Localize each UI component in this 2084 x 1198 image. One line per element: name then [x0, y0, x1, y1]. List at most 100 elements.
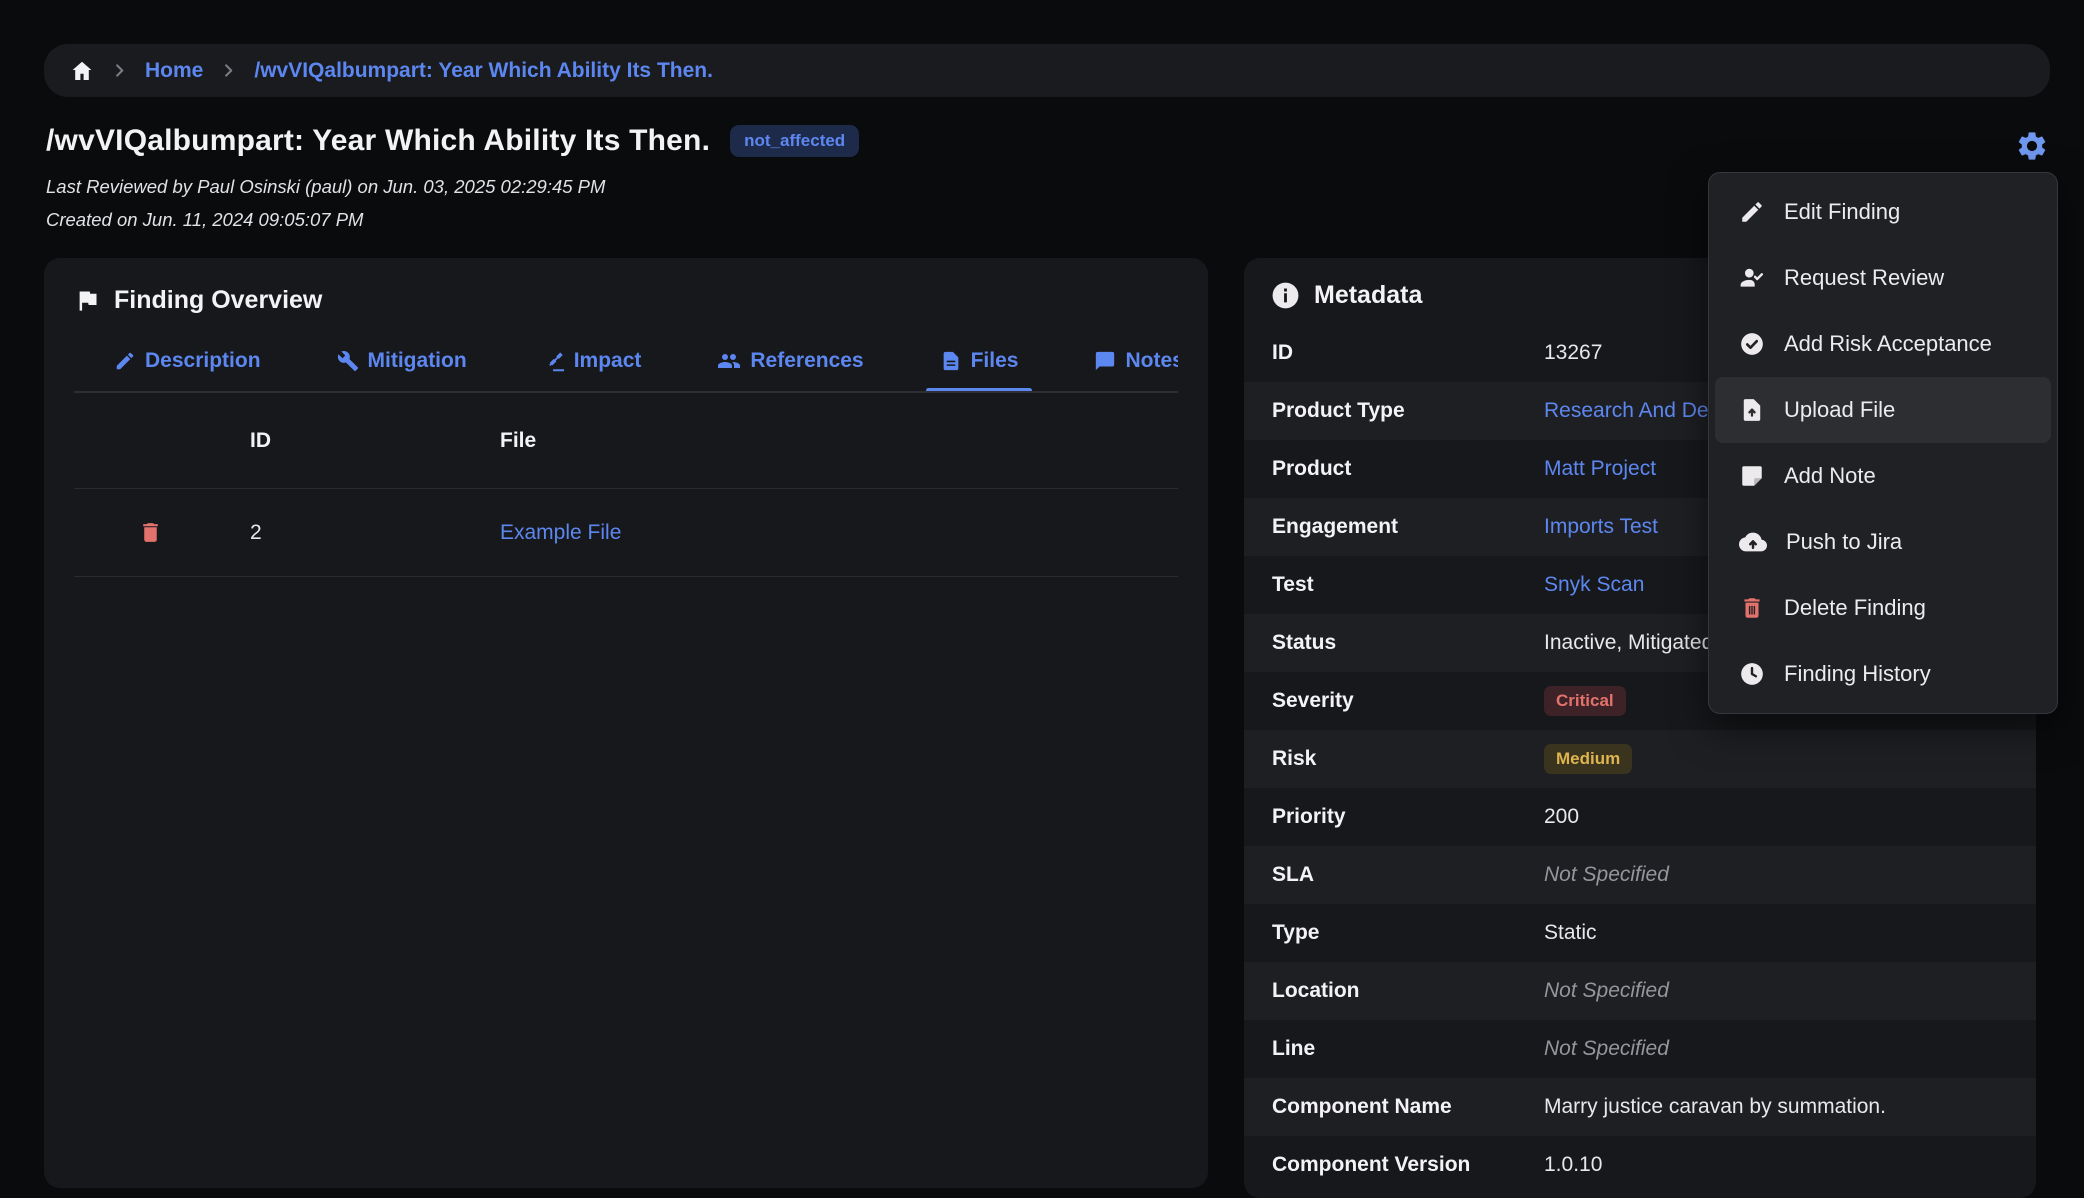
- menu-item-push-to-jira[interactable]: Push to Jira: [1709, 509, 2057, 575]
- tab-label: Mitigation: [368, 349, 467, 373]
- menu-item-delete-finding[interactable]: Delete Finding: [1709, 575, 2057, 641]
- gear-icon: [2015, 129, 2049, 163]
- metadata-row-component-name: Component Name Marry justice caravan by …: [1244, 1078, 2036, 1136]
- row-label: Severity: [1272, 689, 1544, 713]
- breadcrumb: Home /wvVIQalbumpart: Year Which Ability…: [44, 44, 2050, 97]
- delete-file-button[interactable]: [138, 520, 163, 545]
- metadata-row-location: Location Not Specified: [1244, 962, 2036, 1020]
- tab-label: References: [750, 349, 863, 373]
- row-label: Component Version: [1272, 1153, 1544, 1177]
- row-label: Risk: [1272, 747, 1544, 771]
- metadata-row-sla: SLA Not Specified: [1244, 846, 2036, 904]
- tab-label: Impact: [574, 349, 642, 373]
- status-badge: not_affected: [730, 125, 859, 157]
- home-icon[interactable]: [70, 59, 94, 83]
- comment-icon: [1094, 350, 1116, 372]
- tab-references[interactable]: References: [703, 345, 877, 391]
- row-value: Marry justice caravan by summation.: [1544, 1095, 1886, 1119]
- chevron-right-icon: [219, 61, 238, 80]
- row-label: Line: [1272, 1037, 1544, 1061]
- menu-item-label: Push to Jira: [1786, 529, 1902, 555]
- table-row: 2 Example File: [74, 489, 1178, 577]
- metadata-row-risk: Risk Medium: [1244, 730, 2036, 788]
- menu-item-finding-history[interactable]: Finding History: [1709, 641, 2057, 707]
- settings-button[interactable]: [2014, 128, 2050, 164]
- row-value: 200: [1544, 805, 1579, 829]
- files-table-header: ID File: [74, 393, 1178, 489]
- flag-icon: [74, 287, 101, 314]
- row-value: Not Specified: [1544, 1037, 1669, 1061]
- note-icon: [1739, 463, 1765, 489]
- metadata-row-type: Type Static: [1244, 904, 2036, 962]
- cloud-arrow-up-icon: [1739, 528, 1767, 556]
- row-value: Not Specified: [1544, 863, 1669, 887]
- row-value: Not Specified: [1544, 979, 1669, 1003]
- wrench-icon: [337, 350, 359, 372]
- row-label: Component Name: [1272, 1095, 1544, 1119]
- trash-icon: [138, 520, 163, 545]
- file-lines-icon: [940, 350, 962, 372]
- risk-badge: Medium: [1544, 744, 1632, 774]
- tab-label: Notes: [1125, 349, 1178, 373]
- menu-item-edit-finding[interactable]: Edit Finding: [1709, 179, 2057, 245]
- row-label: Priority: [1272, 805, 1544, 829]
- breadcrumb-home-link[interactable]: Home: [145, 59, 203, 83]
- file-link[interactable]: Example File: [500, 521, 621, 544]
- finding-tabs: Description Mitigation Impact References…: [74, 345, 1178, 393]
- finding-overview-title: Finding Overview: [74, 286, 1178, 315]
- finding-overview-title-text: Finding Overview: [114, 286, 322, 315]
- tab-files[interactable]: Files: [926, 345, 1033, 391]
- row-label: Type: [1272, 921, 1544, 945]
- pencil-icon: [114, 350, 136, 372]
- files-table: ID File 2 Example File: [74, 393, 1178, 577]
- row-label: Engagement: [1272, 515, 1544, 539]
- menu-item-label: Add Risk Acceptance: [1784, 331, 1992, 357]
- engagement-link[interactable]: Imports Test: [1544, 515, 1658, 539]
- menu-item-upload-file[interactable]: Upload File: [1715, 377, 2051, 443]
- menu-item-label: Finding History: [1784, 661, 1931, 687]
- row-value: Inactive, Mitigated: [1544, 631, 1713, 655]
- row-label: Location: [1272, 979, 1544, 1003]
- circle-check-icon: [1739, 331, 1765, 357]
- metadata-row-component-version: Component Version 1.0.10: [1244, 1136, 2036, 1194]
- row-value: 13267: [1544, 341, 1602, 365]
- tab-impact[interactable]: Impact: [529, 345, 656, 391]
- menu-item-label: Edit Finding: [1784, 199, 1900, 225]
- file-arrow-up-icon: [1739, 397, 1765, 423]
- info-icon: [1270, 280, 1301, 311]
- trash-icon: [1739, 595, 1765, 621]
- menu-item-add-risk-acceptance[interactable]: Add Risk Acceptance: [1709, 311, 2057, 377]
- metadata-title-text: Metadata: [1314, 281, 1422, 310]
- breadcrumb-page-link[interactable]: /wvVIQalbumpart: Year Which Ability Its …: [254, 59, 713, 83]
- finding-actions-menu: Edit Finding Request Review Add Risk Acc…: [1708, 172, 2058, 714]
- menu-item-label: Request Review: [1784, 265, 1944, 291]
- tab-description[interactable]: Description: [100, 345, 275, 391]
- row-value: Static: [1544, 921, 1597, 945]
- row-label: Test: [1272, 573, 1544, 597]
- finding-overview-card: Finding Overview Description Mitigation …: [44, 258, 1208, 1188]
- product-link[interactable]: Matt Project: [1544, 457, 1656, 481]
- row-label: SLA: [1272, 863, 1544, 887]
- menu-item-label: Add Note: [1784, 463, 1876, 489]
- chevron-right-icon: [110, 61, 129, 80]
- users-icon: [717, 349, 741, 373]
- tab-label: Files: [971, 349, 1019, 373]
- metadata-row-line: Line Not Specified: [1244, 1020, 2036, 1078]
- severity-badge: Critical: [1544, 686, 1626, 716]
- pencil-icon: [1739, 199, 1765, 225]
- created-text: Created on Jun. 11, 2024 09:05:07 PM: [46, 209, 1666, 231]
- row-value: 1.0.10: [1544, 1153, 1602, 1177]
- tab-mitigation[interactable]: Mitigation: [323, 345, 481, 391]
- menu-item-request-review[interactable]: Request Review: [1709, 245, 2057, 311]
- last-reviewed-text: Last Reviewed by Paul Osinski (paul) on …: [46, 176, 1666, 198]
- page-header: /wvVIQalbumpart: Year Which Ability Its …: [46, 124, 1666, 231]
- tab-label: Description: [145, 349, 261, 373]
- menu-item-label: Upload File: [1784, 397, 1895, 423]
- clock-icon: [1739, 661, 1765, 687]
- test-link[interactable]: Snyk Scan: [1544, 573, 1644, 597]
- user-check-icon: [1739, 265, 1765, 291]
- id-column-header: ID: [250, 429, 500, 453]
- menu-item-add-note[interactable]: Add Note: [1709, 443, 2057, 509]
- tab-notes[interactable]: Notes: [1080, 345, 1178, 391]
- gavel-icon: [543, 350, 565, 372]
